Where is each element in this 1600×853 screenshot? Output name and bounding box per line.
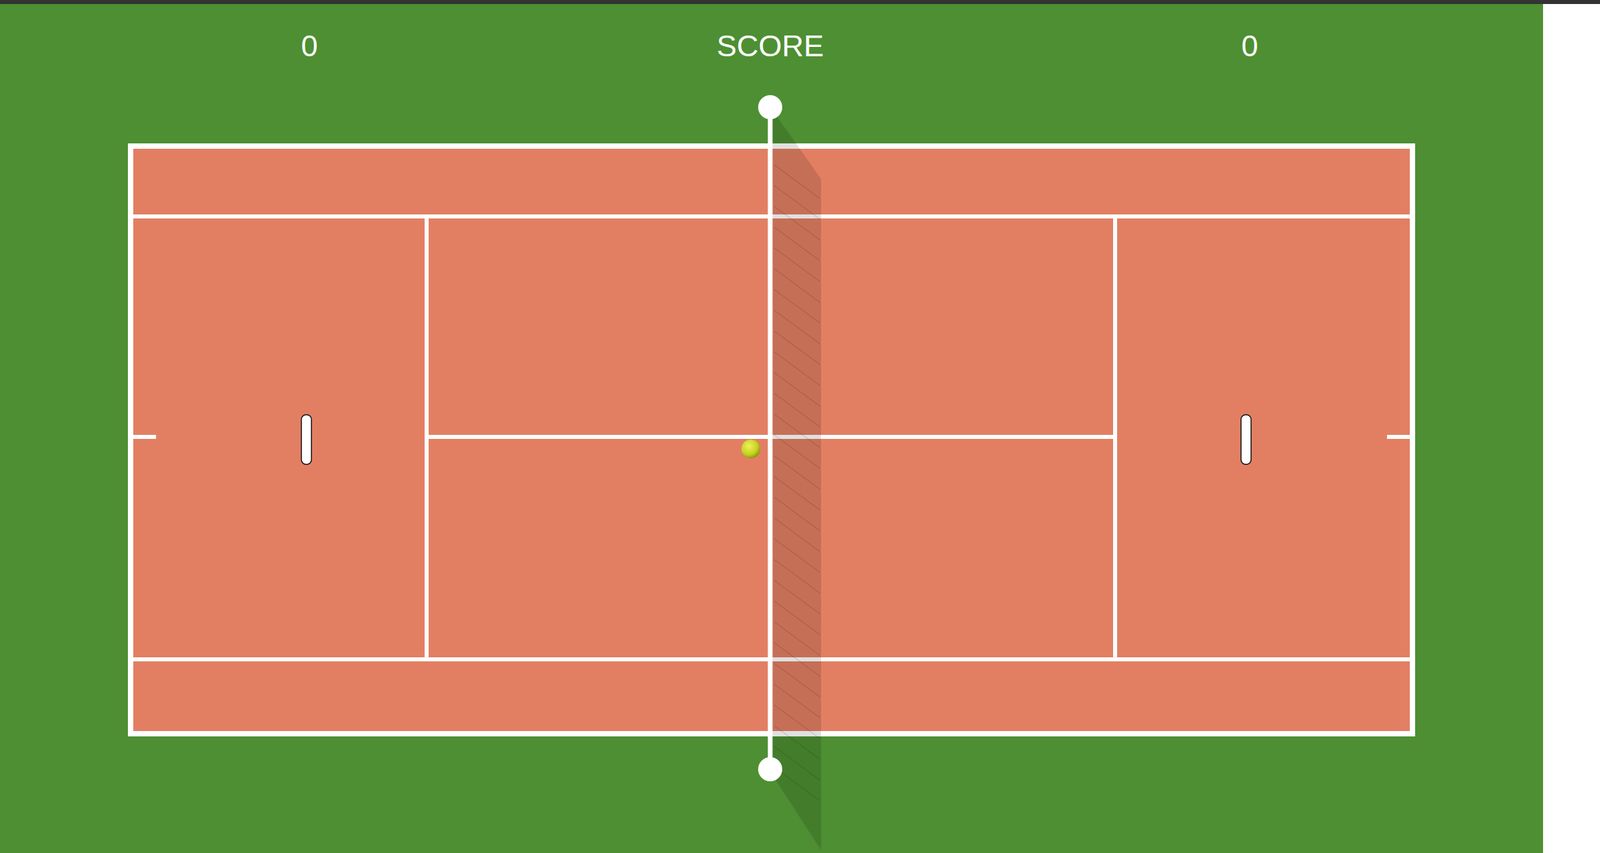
net-mesh (774, 289, 820, 323)
right-score: 0 (1241, 28, 1258, 65)
game-page: 0 SCORE 0 (0, 0, 1600, 853)
net-mesh (774, 600, 820, 635)
net-mesh (774, 206, 820, 240)
net-mesh (774, 434, 820, 469)
net-post (758, 756, 783, 781)
net-mesh (774, 247, 820, 282)
net-mesh (774, 496, 820, 531)
net-mesh (774, 413, 820, 448)
ball (741, 439, 761, 459)
net-mesh (774, 642, 820, 676)
left-paddle[interactable] (301, 414, 312, 465)
net-mesh (774, 725, 820, 759)
center-mark (130, 434, 157, 439)
net-mesh (774, 372, 820, 406)
net-mesh (774, 538, 820, 572)
game-canvas[interactable]: 0 SCORE 0 (0, 4, 1544, 853)
net-mesh (774, 517, 820, 552)
net-mesh (774, 393, 820, 427)
net-mesh (774, 663, 820, 697)
right-paddle[interactable] (1241, 414, 1252, 465)
net-mesh (774, 559, 820, 593)
net-mesh (774, 164, 820, 199)
net-shadow (772, 109, 822, 850)
net-mesh (774, 476, 820, 510)
net-mesh (774, 579, 820, 614)
net-mesh (774, 704, 820, 739)
net-mesh (774, 351, 820, 386)
center-mark (1387, 434, 1413, 439)
net-mesh (774, 227, 820, 261)
net-mesh (774, 310, 820, 344)
score-label: SCORE (716, 28, 824, 65)
net-mesh (774, 185, 820, 220)
net (768, 107, 773, 769)
tennis-court (0, 4, 1544, 853)
left-score: 0 (300, 28, 318, 65)
net-mesh (774, 455, 820, 489)
net-mesh (774, 268, 820, 303)
net-mesh (774, 683, 820, 718)
net-post (758, 95, 783, 120)
net-mesh (774, 746, 820, 780)
net-mesh (774, 330, 820, 365)
net-mesh (774, 621, 820, 656)
